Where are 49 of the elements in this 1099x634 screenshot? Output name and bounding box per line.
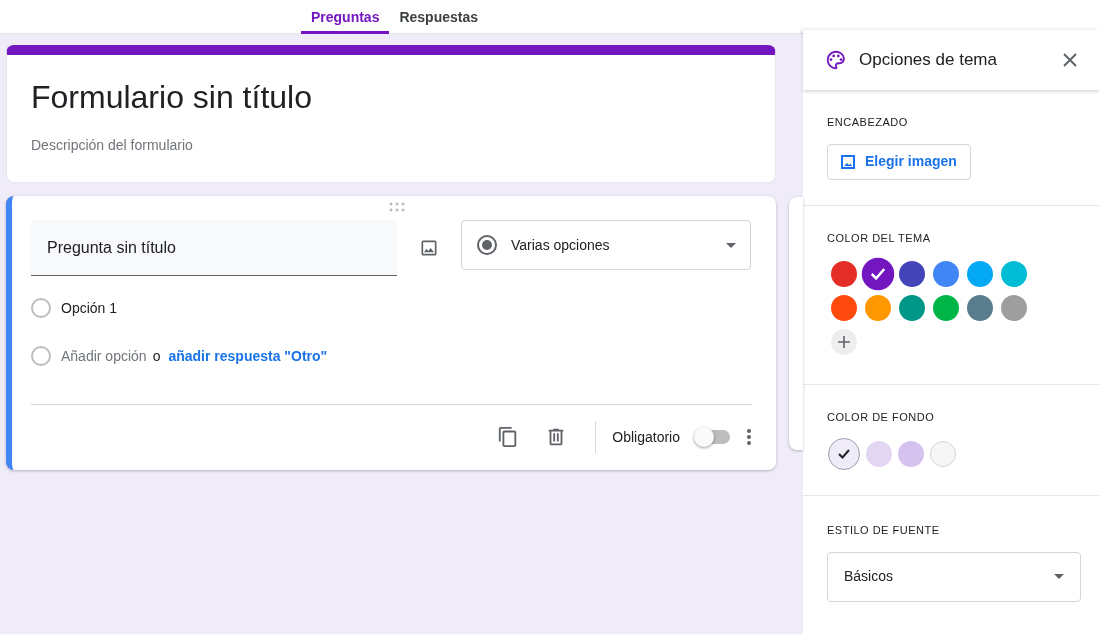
palette-icon	[825, 49, 847, 71]
question-type-dropdown[interactable]: Varias opciones	[461, 220, 751, 270]
form-title[interactable]: Formulario sin título	[31, 77, 751, 117]
theme-color-swatch[interactable]	[933, 294, 959, 321]
theme-color-swatch[interactable]	[831, 260, 857, 287]
tab[interactable]: Respuestas	[389, 0, 489, 34]
choose-image-button[interactable]: Elegir imagen	[827, 143, 971, 180]
theme-color-swatch[interactable]	[899, 260, 925, 287]
theme-color-swatch[interactable]	[1001, 294, 1027, 321]
section-heading: COLOR DE FONDO	[827, 410, 936, 425]
theme-color-swatch[interactable]	[865, 294, 891, 321]
radio-button-icon	[476, 234, 498, 256]
section-heading: ENCABEZADO	[827, 115, 909, 130]
required-toggle[interactable]	[694, 427, 732, 447]
theme-color-swatch[interactable]	[1001, 260, 1027, 287]
required-label: Obligatorio	[612, 427, 680, 447]
radio-button-icon[interactable]	[31, 346, 51, 366]
theme-color-swatch[interactable]	[899, 294, 925, 321]
background-color-swatch[interactable]	[828, 437, 860, 470]
theme-color-swatch[interactable]	[861, 257, 895, 290]
image-icon[interactable]	[419, 238, 439, 258]
background-color-swatch[interactable]	[930, 440, 956, 467]
plus-icon	[838, 335, 850, 348]
add-color-button[interactable]	[831, 328, 857, 355]
check-icon	[838, 448, 850, 459]
image-icon	[841, 154, 855, 169]
theme-color-swatch[interactable]	[967, 294, 993, 321]
more-options-icon[interactable]	[746, 428, 752, 446]
background-color-swatch[interactable]	[866, 440, 892, 467]
question-title-field[interactable]: Pregunta sin título	[31, 220, 397, 276]
add-other-link[interactable]: añadir respuesta "Otro"	[168, 345, 328, 367]
caret-icon	[1054, 574, 1064, 579]
background-color-swatch[interactable]	[898, 440, 924, 467]
form-description[interactable]: Descripción del formulario	[31, 135, 751, 156]
theme-color-swatch[interactable]	[933, 260, 959, 287]
caret-icon	[726, 242, 736, 248]
radio-button-icon[interactable]	[31, 298, 51, 318]
connector-text: o	[152, 346, 161, 366]
section-heading: ESTILO DE FUENTE	[827, 523, 941, 538]
close-icon[interactable]	[1063, 53, 1077, 67]
theme-color-swatch[interactable]	[831, 294, 857, 321]
option-label[interactable]: Opción 1	[61, 297, 118, 319]
drag-handle-icon[interactable]	[389, 202, 405, 212]
check-icon	[870, 267, 886, 280]
font-style-dropdown[interactable]: Básicos	[827, 551, 1081, 602]
section-heading: COLOR DEL TEMA	[827, 231, 932, 246]
add-option-field[interactable]: Añadir opción	[61, 345, 147, 367]
panel-title: Opciones de tema	[859, 49, 998, 72]
theme-color-swatch[interactable]	[967, 260, 993, 287]
